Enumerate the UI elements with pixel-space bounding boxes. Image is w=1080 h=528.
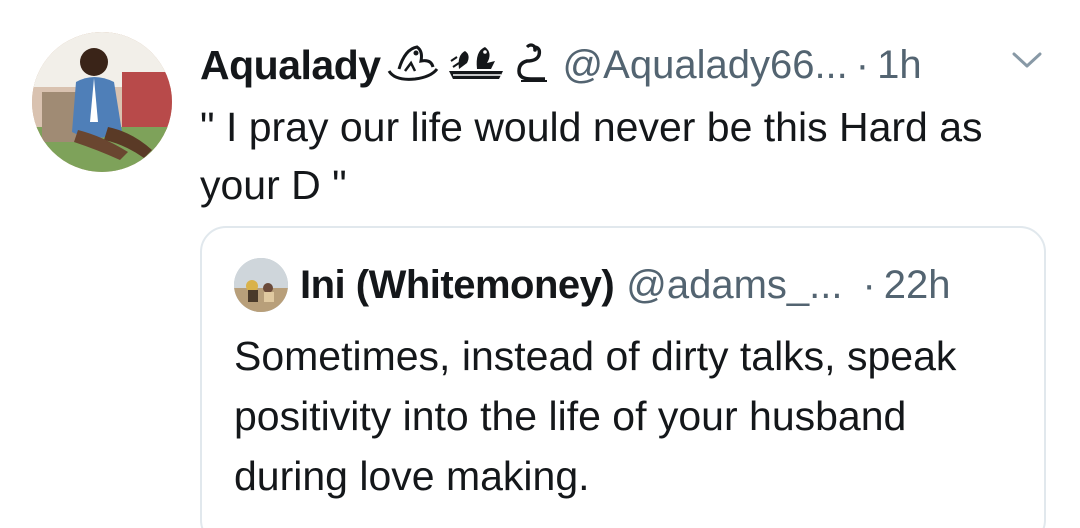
quoted-separator-dot: ·	[862, 262, 876, 307]
quoted-tweet-card[interactable]: Ini (Whitemoney) @adams_... · 22h Someti…	[200, 226, 1046, 528]
quoted-author-name[interactable]: Ini (Whitemoney)	[300, 263, 615, 308]
tweet[interactable]: Aqualady @Aqualady66... · 1h " I pray ou…	[0, 0, 1080, 528]
quoted-tweet-header: Ini (Whitemoney) @adams_... · 22h	[300, 260, 951, 310]
tweet-timestamp[interactable]: 1h	[877, 43, 922, 88]
tweet-header: Aqualady @Aqualady66... · 1h	[200, 40, 922, 90]
tweet-text: " I pray our life would never be this Ha…	[200, 104, 983, 208]
quoted-avatar-photo	[234, 258, 288, 312]
quoted-author-avatar[interactable]	[234, 258, 288, 312]
avatar-photo	[32, 32, 172, 172]
snake-icon	[511, 41, 551, 90]
sign-of-the-horns-icon	[385, 41, 441, 90]
quoted-tweet-text: Sometimes, instead of dirty talks, speak…	[234, 333, 957, 499]
author-handle[interactable]: @Aqualady66...	[563, 43, 848, 88]
quoted-tweet-timestamp[interactable]: 22h	[884, 263, 951, 308]
author-name[interactable]: Aqualady	[200, 42, 381, 89]
quoted-author-handle[interactable]: @adams_...	[626, 263, 842, 308]
author-avatar[interactable]	[32, 32, 172, 172]
separator-dot: ·	[855, 42, 870, 87]
chevron-down-icon[interactable]	[1010, 48, 1044, 72]
bird-nest-icon	[445, 41, 507, 90]
